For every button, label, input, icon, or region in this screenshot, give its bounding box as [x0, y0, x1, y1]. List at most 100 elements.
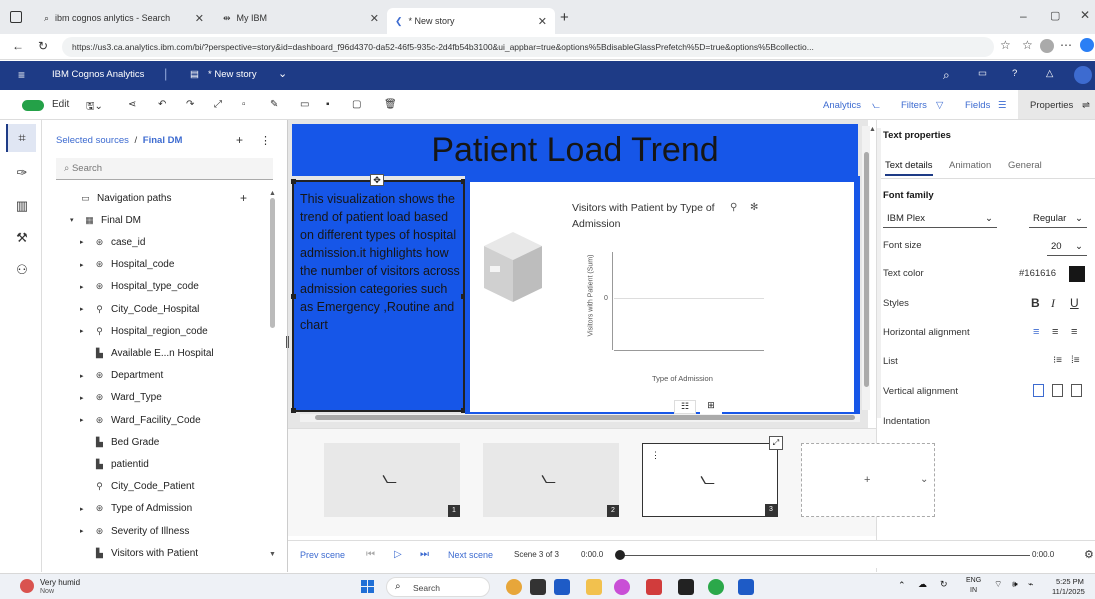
- mcafee-app-icon[interactable]: [646, 579, 662, 595]
- canvas-vertical-thumb[interactable]: [864, 152, 869, 387]
- close-icon[interactable]: ✕: [538, 15, 547, 28]
- task-view-icon[interactable]: [530, 579, 546, 595]
- notification-icon[interactable]: △: [1046, 68, 1053, 79]
- battery-icon[interactable]: ⌁: [1028, 579, 1033, 590]
- tab-animation[interactable]: Animation: [949, 160, 991, 171]
- caret-down-icon[interactable]: ▾: [70, 216, 78, 224]
- analytics-button[interactable]: Analytics: [823, 100, 861, 111]
- search-icon[interactable]: ⌕: [943, 68, 950, 83]
- caret-right-icon[interactable]: ▸: [80, 505, 88, 513]
- refresh-icon[interactable]: ↻: [940, 579, 948, 590]
- tab-actions-icon[interactable]: [10, 11, 22, 23]
- data-sources-icon[interactable]: ⌗: [13, 130, 31, 148]
- visualizations-icon[interactable]: ▥: [13, 198, 31, 216]
- tree-item[interactable]: ▙ Visitors with Patient: [94, 543, 198, 563]
- list-view-icon[interactable]: ☷: [674, 400, 696, 414]
- copilot-app-icon[interactable]: [614, 579, 630, 595]
- weather-text[interactable]: Very humid: [40, 578, 80, 587]
- tree-item[interactable]: ▸ ⊛ Ward_Type: [80, 388, 162, 408]
- store-app-icon[interactable]: [738, 579, 754, 595]
- drag-handle-icon[interactable]: ⋮: [651, 450, 660, 461]
- resize-handle[interactable]: [291, 408, 296, 413]
- close-window-icon[interactable]: ✕: [1080, 8, 1090, 22]
- tree-item[interactable]: ▙ patientid: [94, 454, 149, 474]
- restore-icon[interactable]: ▢: [1050, 9, 1060, 22]
- tab-search[interactable]: ⌕ ibm cognos anlytics - Search ✕: [36, 6, 212, 30]
- caret-right-icon[interactable]: ▸: [80, 305, 88, 313]
- prev-scene-button[interactable]: Prev scene: [300, 550, 345, 560]
- close-icon[interactable]: ✕: [370, 12, 379, 25]
- chevron-down-icon[interactable]: ⌄: [920, 474, 928, 485]
- tree-item[interactable]: ▭ Navigation paths: [80, 188, 171, 208]
- new-tab-icon[interactable]: +: [560, 9, 569, 26]
- visualization-widget[interactable]: Visitors with Patient by Type of Admissi…: [470, 182, 856, 414]
- scene-thumbnail[interactable]: ⦦ 2: [483, 443, 619, 517]
- skip-back-icon[interactable]: ⏮: [366, 549, 375, 560]
- settings-icon[interactable]: ✻: [750, 202, 758, 213]
- volume-icon[interactable]: 🕪: [1012, 579, 1018, 590]
- move-handle-icon[interactable]: ✥: [370, 174, 384, 186]
- caret-right-icon[interactable]: ▸: [80, 416, 88, 424]
- pin-icon[interactable]: ✎: [270, 99, 278, 110]
- resize-handle[interactable]: [291, 179, 296, 184]
- assistant-icon[interactable]: ⚇: [13, 262, 31, 280]
- description-text[interactable]: This visualization shows the trend of pa…: [300, 190, 462, 334]
- breadcrumb-root[interactable]: Selected sources: [56, 135, 129, 146]
- overflow-menu-icon[interactable]: ⋮: [260, 134, 271, 147]
- taskbar-search[interactable]: ⌕ Search: [386, 577, 490, 597]
- properties-button[interactable]: Properties: [1030, 100, 1073, 111]
- caret-right-icon[interactable]: ▸: [80, 527, 88, 535]
- windows-start-icon[interactable]: [361, 580, 375, 594]
- duplicate-icon[interactable]: ▢: [352, 99, 361, 110]
- profile-avatar[interactable]: [1040, 39, 1054, 53]
- scene-thumbnail[interactable]: ⦦ 1: [324, 443, 460, 517]
- tree-item[interactable]: ▸ ⊛ Severity of Illness: [80, 521, 189, 541]
- bullet-list-icon[interactable]: ⁝≡: [1053, 355, 1062, 366]
- widgets-app-icon[interactable]: [506, 579, 522, 595]
- tree-item[interactable]: ▸ ⚲ City_Code_Hospital: [80, 299, 199, 319]
- user-avatar[interactable]: [1074, 66, 1092, 84]
- bold-icon[interactable]: B: [1031, 296, 1040, 310]
- numbered-list-icon[interactable]: ⁞≡: [1071, 355, 1080, 366]
- underline-icon[interactable]: U: [1070, 296, 1079, 310]
- back-icon[interactable]: ←: [12, 39, 24, 53]
- resize-handle[interactable]: [291, 294, 296, 299]
- url-field[interactable]: https://us3.ca.analytics.ibm.com/bi/?per…: [62, 37, 994, 57]
- scroll-up-icon[interactable]: ▲: [869, 126, 876, 133]
- edit-toggle[interactable]: [22, 100, 44, 111]
- align-left-icon[interactable]: ≡: [1033, 326, 1039, 338]
- tree-item[interactable]: ▙ Available E...n Hospital: [94, 343, 214, 363]
- favorite-icon[interactable]: ☆: [1000, 38, 1011, 52]
- refresh-icon[interactable]: ↻: [38, 39, 48, 53]
- delete-icon[interactable]: 🗑: [384, 99, 397, 110]
- pin-icon[interactable]: ⚲: [730, 202, 737, 213]
- favorites-bar-icon[interactable]: ☆: [1022, 38, 1033, 52]
- pin-icon[interactable]: ✑: [13, 165, 31, 183]
- tree-item[interactable]: ▸ ⊛ Hospital_type_code: [80, 277, 199, 297]
- language-indicator[interactable]: ENG: [966, 577, 981, 584]
- add-source-icon[interactable]: +: [236, 133, 243, 147]
- chevron-down-icon[interactable]: ⌄: [278, 67, 287, 80]
- settings-icon[interactable]: ⚙: [1084, 548, 1094, 561]
- tree-item[interactable]: ▸ ⊛ Hospital_code: [80, 255, 174, 275]
- add-scene-icon[interactable]: +: [864, 474, 870, 486]
- shape-icon[interactable]: ▫: [242, 99, 246, 110]
- redo-icon[interactable]: ↷: [186, 99, 194, 110]
- caret-right-icon[interactable]: ▸: [80, 261, 88, 269]
- scroll-down-icon[interactable]: ▼: [269, 551, 276, 558]
- wifi-icon[interactable]: ⌔: [994, 579, 1002, 590]
- tab-text-details[interactable]: Text details: [885, 160, 933, 176]
- tree-item[interactable]: ▸ ⊛ Department: [80, 366, 163, 386]
- italic-icon[interactable]: I: [1051, 296, 1055, 311]
- caret-right-icon[interactable]: ▸: [80, 394, 88, 402]
- chevron-up-icon[interactable]: ⌃: [898, 580, 906, 591]
- add-navigation-path-icon[interactable]: +: [240, 191, 247, 205]
- document-title[interactable]: * New story: [208, 69, 257, 80]
- copilot-icon[interactable]: [1080, 38, 1094, 52]
- properties-scrollbar[interactable]: [877, 128, 881, 418]
- filters-button[interactable]: Filters: [901, 100, 927, 111]
- tree-item[interactable]: ▸ ⊛ Type of Admission: [80, 499, 192, 519]
- scene-thumbnail-active[interactable]: ⋮ ⦦ 3 ⤢: [642, 436, 783, 517]
- caret-right-icon[interactable]: ▸: [80, 327, 88, 335]
- edge-app-icon[interactable]: [708, 579, 724, 595]
